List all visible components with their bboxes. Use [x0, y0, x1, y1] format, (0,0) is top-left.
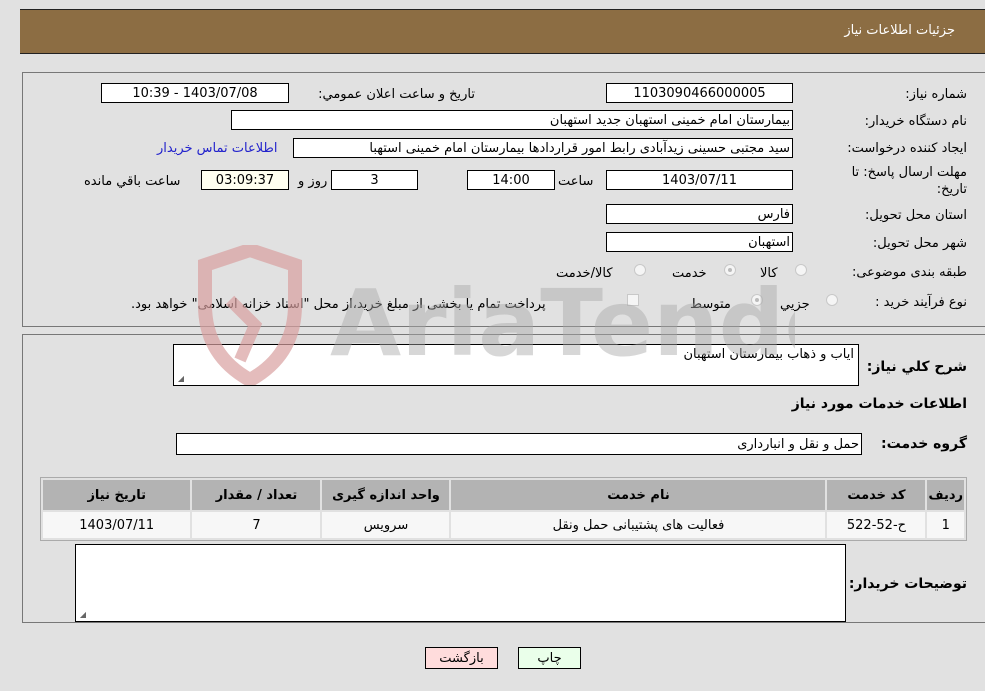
- cell-service-name: فعالیت های پشتیبانی حمل ونقل: [451, 512, 826, 538]
- col-quantity: تعداد / مقدار: [192, 480, 321, 510]
- process-option-minor: جزيي: [780, 297, 810, 312]
- resize-grip-icon[interactable]: ◢: [78, 611, 86, 619]
- deadline-label-2: تاریخ:: [936, 182, 967, 197]
- category-option-goods: کالا: [760, 266, 778, 281]
- city-field[interactable]: استهبان: [606, 232, 793, 252]
- buyer-org-field[interactable]: بیمارستان امام خمینی استهبان جدید استهبا…: [231, 110, 793, 130]
- creator-label: ایجاد کننده درخواست:: [847, 141, 967, 156]
- category-radio-service[interactable]: [724, 264, 736, 276]
- col-service-name: نام خدمت: [451, 480, 826, 510]
- col-unit: واحد اندازه گیری: [322, 480, 450, 510]
- resize-grip-icon[interactable]: ◢: [176, 375, 184, 383]
- process-radio-medium[interactable]: [751, 294, 763, 306]
- deadline-date-field[interactable]: 1403/07/11: [606, 170, 793, 190]
- services-heading: اطلاعات خدمات مورد نیاز: [791, 396, 967, 412]
- service-group-field[interactable]: حمل و نقل و انبارداری: [176, 433, 862, 455]
- cell-quantity: 7: [192, 512, 321, 538]
- city-label: شهر محل تحویل:: [872, 236, 967, 251]
- remaining-time-field[interactable]: 03:09:37: [201, 170, 289, 190]
- need-number-field[interactable]: 1103090466000005: [606, 83, 793, 103]
- deadline-time-field[interactable]: 14:00: [467, 170, 555, 190]
- category-option-service: خدمت: [672, 266, 707, 281]
- process-option-medium: متوسط: [690, 297, 731, 312]
- page-header: جزئیات اطلاعات نیاز: [20, 9, 985, 54]
- buyer-contact-link[interactable]: اطلاعات تماس خریدار: [157, 141, 277, 156]
- print-button[interactable]: چاپ: [518, 647, 581, 669]
- creator-field[interactable]: سید مجتبی حسینی زیدآبادی رابط امور قرارد…: [293, 138, 793, 158]
- remaining-time-label: ساعت باقي مانده: [84, 174, 181, 189]
- buyer-notes-textarea[interactable]: ◢: [75, 544, 846, 622]
- col-need-date: تاریخ نیاز: [43, 480, 191, 510]
- description-text: ایاب و ذهاب بیمارستان استهبان: [683, 347, 854, 362]
- deadline-label: مهلت ارسال پاسخ: تا: [851, 165, 967, 180]
- col-row-number: ردیف: [927, 480, 964, 510]
- category-radio-goods[interactable]: [795, 264, 807, 276]
- treasury-note: پرداخت تمام یا بخشی از مبلغ خرید،از محل …: [131, 297, 546, 312]
- services-table: ردیف کد خدمت نام خدمت واحد اندازه گیری ت…: [40, 477, 967, 541]
- description-textarea[interactable]: ایاب و ذهاب بیمارستان استهبان ◢: [173, 344, 859, 386]
- buyer-notes-label: توضیحات خریدار:: [848, 576, 967, 592]
- category-radio-goods-service[interactable]: [634, 264, 646, 276]
- province-field[interactable]: فارس: [606, 204, 793, 224]
- description-label: شرح کلي نیاز:: [866, 359, 967, 375]
- cell-need-date: 1403/07/11: [43, 512, 191, 538]
- cell-row-number: 1: [927, 512, 964, 538]
- need-number-label: شماره نیاز:: [905, 87, 967, 102]
- deadline-time-label: ساعت: [558, 174, 594, 189]
- col-service-code: کد خدمت: [827, 480, 926, 510]
- category-label: طبقه بندی موضوعی:: [851, 265, 967, 280]
- announce-date-field[interactable]: 1403/07/08 - 10:39: [101, 83, 289, 103]
- announce-date-label: تاریخ و ساعت اعلان عمومي:: [318, 87, 475, 102]
- process-radio-minor[interactable]: [826, 294, 838, 306]
- category-option-goods-service: کالا/خدمت: [556, 266, 613, 281]
- cell-service-code: ح-52-522: [827, 512, 926, 538]
- process-label: نوع فرآیند خرید :: [875, 295, 967, 310]
- cell-unit: سرویس: [322, 512, 450, 538]
- days-remaining-field[interactable]: 3: [331, 170, 418, 190]
- table-row: 1 ح-52-522 فعالیت های پشتیبانی حمل ونقل …: [43, 512, 964, 538]
- treasury-checkbox[interactable]: [627, 294, 639, 306]
- days-label: روز و: [298, 174, 328, 189]
- buyer-org-label: نام دستگاه خریدار:: [864, 114, 967, 129]
- page-title: جزئیات اطلاعات نیاز: [844, 23, 955, 38]
- table-header-row: ردیف کد خدمت نام خدمت واحد اندازه گیری ت…: [43, 480, 964, 510]
- service-group-label: گروه خدمت:: [881, 436, 967, 452]
- province-label: استان محل تحویل:: [865, 208, 967, 223]
- back-button[interactable]: بازگشت: [425, 647, 498, 669]
